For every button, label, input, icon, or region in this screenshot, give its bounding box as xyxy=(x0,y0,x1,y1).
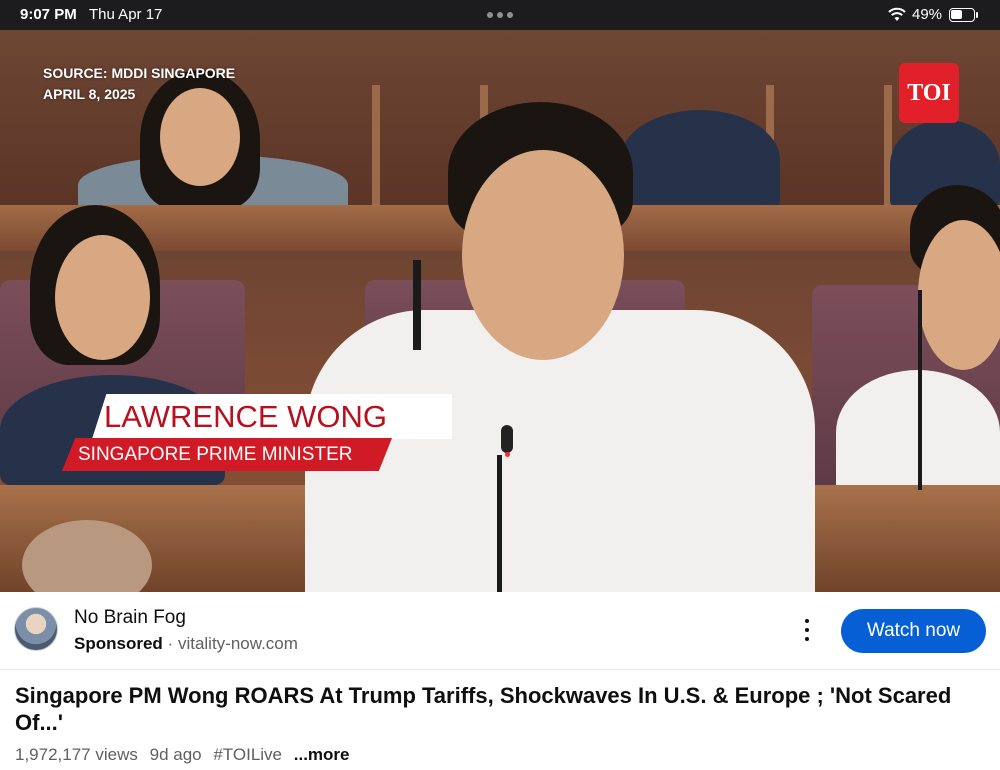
upload-age: 9d ago xyxy=(149,745,202,764)
back-row-person-2 xyxy=(620,110,780,210)
view-count: 1,972,177 views xyxy=(15,745,138,764)
status-time: 9:07 PM xyxy=(20,6,77,23)
video-source-caption: SOURCE: MDDI SINGAPORE APRIL 8, 2025 xyxy=(43,63,235,105)
ad-subtitle: Sponsored · vitality-now.com xyxy=(74,634,298,654)
hashtag-link[interactable]: #TOILive xyxy=(213,745,282,764)
source-date: APRIL 8, 2025 xyxy=(43,86,136,102)
status-bar: 9:07 PM Thu Apr 17 49% xyxy=(0,0,1000,30)
battery-percent: 49% xyxy=(912,6,943,23)
advertiser-avatar[interactable] xyxy=(14,607,58,651)
microphone-icon xyxy=(501,425,513,453)
sponsored-label: Sponsored xyxy=(74,634,163,653)
wifi-icon xyxy=(888,7,906,21)
speaker-title: SINGAPORE PRIME MINISTER xyxy=(62,438,392,471)
battery-fill xyxy=(951,10,962,19)
ad-domain: vitality-now.com xyxy=(177,634,298,653)
source-line: SOURCE: MDDI SINGAPORE xyxy=(43,65,236,81)
watch-now-button[interactable]: Watch now xyxy=(841,609,986,653)
kebab-menu-icon[interactable] xyxy=(803,619,811,641)
status-date: Thu Apr 17 xyxy=(89,6,163,23)
video-player[interactable]: SOURCE: MDDI SINGAPORE APRIL 8, 2025 TOI… xyxy=(0,30,1000,592)
ad-separator: · xyxy=(167,634,174,653)
multitasking-dots-icon[interactable] xyxy=(487,12,513,18)
speaker-name: LAWRENCE WONG xyxy=(92,394,452,439)
sponsored-ad[interactable]: No Brain Fog Sponsored · vitality-now.co… xyxy=(0,592,1000,670)
more-link[interactable]: ...more xyxy=(294,745,350,764)
video-title[interactable]: Singapore PM Wong ROARS At Trump Tariffs… xyxy=(15,682,975,736)
ad-title[interactable]: No Brain Fog xyxy=(74,607,186,629)
toi-logo: TOI xyxy=(899,63,959,123)
video-meta: 1,972,177 views 9d ago #TOILive ...more xyxy=(15,745,357,765)
battery-icon xyxy=(949,8,975,22)
